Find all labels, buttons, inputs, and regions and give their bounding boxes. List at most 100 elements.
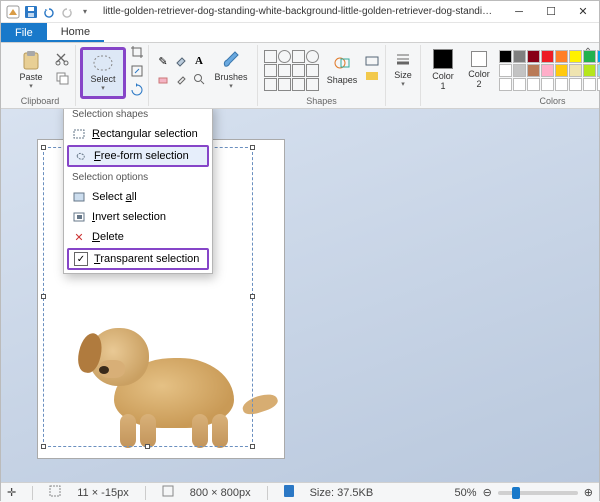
menu-invert-selection[interactable]: Invert selection bbox=[64, 207, 212, 227]
ribbon: Paste ▾ Clipboard Select ▾ bbox=[1, 43, 599, 109]
menu-select-all-label: Select all bbox=[92, 191, 137, 203]
chevron-down-icon: ▾ bbox=[229, 82, 233, 90]
brushes-label: Brushes bbox=[214, 72, 247, 82]
color-swatch[interactable] bbox=[569, 64, 582, 77]
invert-selection-icon bbox=[72, 210, 86, 224]
undo-icon[interactable] bbox=[41, 4, 57, 20]
color-swatch[interactable] bbox=[499, 78, 512, 91]
color-swatch[interactable] bbox=[513, 64, 526, 77]
color-swatch[interactable] bbox=[541, 78, 554, 91]
outline-icon[interactable] bbox=[365, 56, 379, 69]
color2-swatch bbox=[471, 51, 487, 67]
zoom-controls: 50% ⊖ ⊕ bbox=[455, 486, 593, 499]
color-swatch[interactable] bbox=[527, 64, 540, 77]
paste-button[interactable]: Paste ▾ bbox=[11, 46, 51, 94]
size-button[interactable]: Size ▾ bbox=[388, 46, 418, 94]
paste-label: Paste bbox=[19, 72, 42, 82]
color1-button[interactable]: Color 1 bbox=[427, 46, 459, 94]
delete-icon: ✕ bbox=[72, 230, 86, 244]
group-tools: ✎ A Brushes ▾ . bbox=[149, 45, 258, 106]
brush-icon bbox=[221, 50, 241, 70]
magnifier-tool[interactable] bbox=[191, 71, 207, 87]
canvas-size-icon bbox=[162, 485, 174, 500]
tool-grid: ✎ A bbox=[155, 53, 207, 87]
color-swatch[interactable] bbox=[583, 64, 596, 77]
color-swatch[interactable] bbox=[513, 50, 526, 63]
group-image: Select ▾ . bbox=[76, 45, 149, 106]
paint-app-icon bbox=[5, 4, 21, 20]
color1-label: Color 1 bbox=[432, 71, 454, 91]
brushes-button[interactable]: Brushes ▾ bbox=[211, 46, 251, 94]
chevron-down-icon: ▾ bbox=[401, 80, 405, 88]
close-button[interactable]: ✕ bbox=[567, 1, 599, 23]
group-clipboard: Paste ▾ Clipboard bbox=[5, 45, 76, 106]
color-swatch[interactable] bbox=[513, 78, 526, 91]
cursor-position-icon: ✛ bbox=[7, 486, 16, 499]
tab-home[interactable]: Home bbox=[47, 23, 104, 42]
menu-select-all[interactable]: Select all bbox=[64, 187, 212, 207]
freeform-selection-icon bbox=[74, 149, 88, 163]
menu-invert-label: Invert selection bbox=[92, 211, 166, 223]
shape-gallery[interactable] bbox=[264, 50, 319, 91]
maximize-button[interactable]: ☐ bbox=[535, 1, 567, 23]
menu-rectangular-selection[interactable]: Rectangular selection bbox=[64, 124, 212, 144]
color-swatch[interactable] bbox=[555, 64, 568, 77]
color-swatch[interactable] bbox=[555, 78, 568, 91]
qat-customize-icon[interactable]: ▾ bbox=[77, 4, 93, 20]
group-colors: Color 1 Color 2 Edit colors Colors bbox=[421, 45, 600, 106]
text-tool[interactable]: A bbox=[191, 53, 207, 69]
color-swatch[interactable] bbox=[583, 78, 596, 91]
quick-access-toolbar: ▾ bbox=[1, 4, 97, 20]
menu-transparent-selection[interactable]: ✓ Transparent selection bbox=[67, 248, 209, 270]
group-shapes: Shapes Shapes bbox=[258, 45, 386, 106]
menu-freeform-label: Free-form selection bbox=[94, 150, 189, 162]
color-swatch[interactable] bbox=[541, 64, 554, 77]
rotate-icon[interactable] bbox=[130, 83, 144, 100]
eyedropper-tool[interactable] bbox=[173, 71, 189, 87]
color2-label: Color 2 bbox=[468, 69, 490, 89]
color-swatch[interactable] bbox=[527, 50, 540, 63]
zoom-out-button[interactable]: ⊖ bbox=[483, 486, 492, 499]
color-swatch[interactable] bbox=[527, 78, 540, 91]
pencil-tool[interactable]: ✎ bbox=[155, 53, 171, 69]
color-swatch[interactable] bbox=[541, 50, 554, 63]
color2-button[interactable]: Color 2 bbox=[463, 46, 495, 94]
canvas-size-value: 800 × 800px bbox=[190, 487, 251, 499]
statusbar: ✛ 11 × -15px 800 × 800px Size: 37.5KB 50… bbox=[1, 482, 599, 502]
cut-icon[interactable] bbox=[55, 52, 69, 69]
color1-swatch bbox=[433, 49, 453, 69]
zoom-in-button[interactable]: ⊕ bbox=[584, 486, 593, 499]
menu-freeform-selection[interactable]: Free-form selection bbox=[67, 145, 209, 167]
shapes-button[interactable]: Shapes bbox=[323, 46, 361, 94]
chevron-down-icon: ▾ bbox=[101, 84, 105, 92]
color-swatch[interactable] bbox=[569, 78, 582, 91]
menu-delete[interactable]: ✕ Delete bbox=[64, 227, 212, 247]
color-swatch[interactable] bbox=[499, 50, 512, 63]
canvas-area[interactable]: Selection shapes Rectangular selection F… bbox=[1, 109, 599, 482]
redo-icon[interactable] bbox=[59, 4, 75, 20]
collapse-ribbon-button[interactable]: ⌃ bbox=[581, 45, 595, 59]
zoom-value: 50% bbox=[455, 487, 477, 499]
fill-tool[interactable] bbox=[173, 53, 189, 69]
copy-icon[interactable] bbox=[55, 71, 69, 88]
minimize-button[interactable]: ─ bbox=[503, 1, 535, 23]
save-icon[interactable] bbox=[23, 4, 39, 20]
group-size: Size ▾ . bbox=[386, 45, 421, 106]
select-label: Select bbox=[90, 74, 115, 84]
eraser-tool[interactable] bbox=[155, 71, 171, 87]
tab-file[interactable]: File bbox=[1, 23, 47, 42]
color-swatch[interactable] bbox=[555, 50, 568, 63]
shapes-label: Shapes bbox=[327, 75, 358, 85]
crop-icon[interactable] bbox=[130, 45, 144, 62]
zoom-slider[interactable] bbox=[498, 491, 578, 495]
color-swatch[interactable] bbox=[499, 64, 512, 77]
select-all-icon bbox=[72, 190, 86, 204]
fill-shape-icon[interactable] bbox=[365, 71, 379, 84]
rectangle-selection-icon bbox=[72, 127, 86, 141]
select-button[interactable]: Select ▾ bbox=[85, 52, 121, 94]
select-button-highlight: Select ▾ bbox=[80, 47, 126, 99]
dropdown-header-options: Selection options bbox=[64, 168, 212, 187]
group-clipboard-label: Clipboard bbox=[21, 95, 60, 106]
resize-icon[interactable] bbox=[130, 64, 144, 81]
selection-size-icon bbox=[49, 485, 61, 500]
